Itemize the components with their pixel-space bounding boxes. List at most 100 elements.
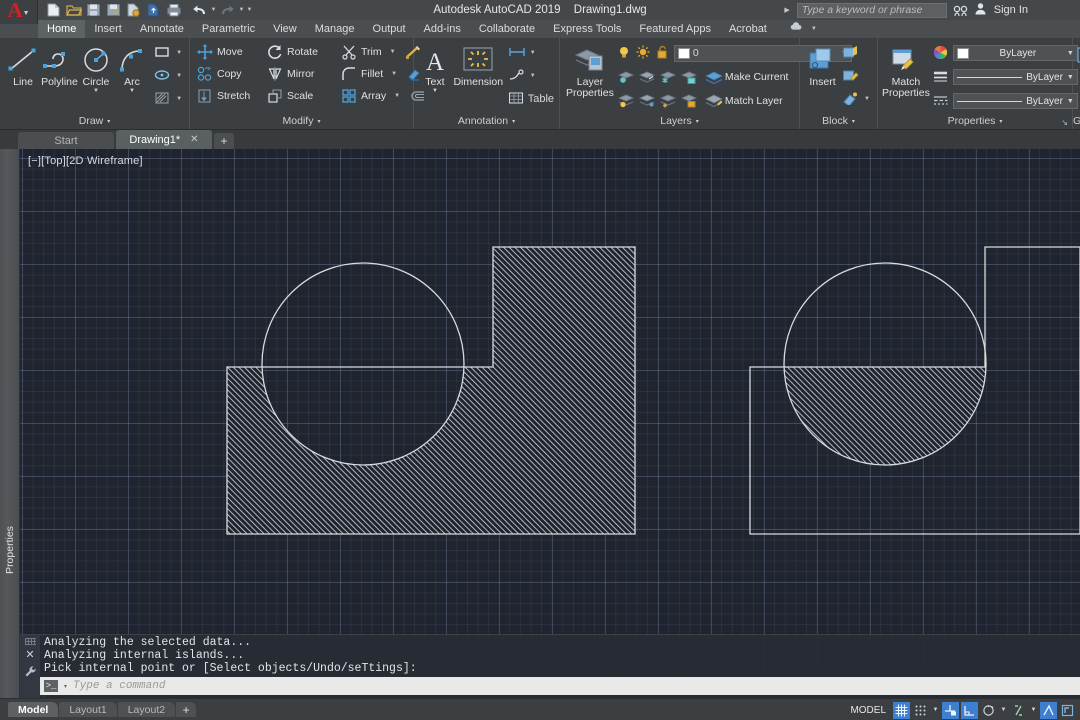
modify-array-button[interactable]: Array [339,85,388,107]
chevron-down-icon[interactable]: ▾ [999,118,1002,125]
maximize-button[interactable] [1051,5,1063,15]
ribbon-tab-parametric[interactable]: Parametric [193,20,264,38]
insert-block-button[interactable]: Insert [805,42,840,88]
close-icon[interactable]: ✕ [190,134,198,145]
chevron-down-icon[interactable]: ▾ [512,118,515,125]
modify-scale-button[interactable]: Scale [265,85,335,107]
sign-in-button[interactable]: Sign In [974,2,1028,18]
open-icon[interactable] [64,1,83,19]
chevron-down-icon[interactable]: ▼ [999,707,1008,713]
linetype-icon[interactable] [933,93,949,109]
block-edit-attributes-button[interactable]: ▼ [842,88,872,110]
layer-unlock-icon[interactable] [680,93,698,109]
edit-block-button[interactable] [842,65,872,87]
draw-ellipse-button[interactable]: ▼ [154,65,184,87]
cloud-upload-icon[interactable] [144,1,163,19]
chevron-down-icon[interactable]: ▾ [696,118,699,125]
draw-rectangle-button[interactable]: ▼ [154,42,184,64]
draw-circle-button[interactable]: Circle ▼ [78,42,114,94]
chevron-down-icon[interactable]: ▼ [528,50,538,56]
ribbon-tab-add-ins[interactable]: Add-ins [415,20,470,38]
chevron-down-icon[interactable]: ▼ [93,88,99,94]
linetype-selector[interactable]: ByLayer ▼ [952,93,1078,109]
sun-icon[interactable] [636,45,652,61]
ribbon-panel-properties-title[interactable]: Properties ▾ ↘ [878,112,1072,129]
layer-lock-icon[interactable] [680,69,698,85]
chevron-down-icon[interactable]: ▾ [317,118,320,125]
redo-icon[interactable] [218,1,237,19]
color-selector[interactable]: ByLayer ▼ [952,45,1078,61]
annotation-table-button[interactable]: Table [508,88,554,110]
ribbon-panel-draw-title[interactable]: Draw ▾ [0,112,189,129]
draw-line-button[interactable]: Line [5,42,41,88]
save-icon[interactable] [84,1,103,19]
modify-copy-button[interactable]: Copy [195,63,261,85]
autodesk-community-icon[interactable] [951,1,970,19]
unlock-icon[interactable] [655,45,671,61]
chevron-down-icon[interactable]: ▼ [528,73,538,79]
ribbon-tab-express-tools[interactable]: Express Tools [544,20,630,38]
ribbon-tab-featured-apps[interactable]: Featured Apps [630,20,720,38]
modify-stretch-button[interactable]: Stretch [195,85,261,107]
new-drawing-tab-button[interactable]: + [214,133,234,149]
undo-history-caret-icon[interactable]: ▼ [210,7,217,13]
search-expand-icon[interactable]: ▶ [784,6,789,14]
object-snap-tracking-icon[interactable] [1010,702,1027,719]
modify-rotate-button[interactable]: Rotate [265,41,335,63]
annotation-text-button[interactable]: A Text ▼ [419,42,451,94]
draw-polyline-button[interactable]: Polyline [41,42,78,88]
chevron-down-icon[interactable]: ▼ [174,73,184,79]
ribbon-tab-output[interactable]: Output [364,20,415,38]
close-icon[interactable]: ✕ [25,650,34,661]
color-wheel-icon[interactable] [933,45,949,61]
file-tab-drawing1[interactable]: Drawing1* ✕ [116,130,212,149]
ribbon-tab-annotate[interactable]: Annotate [131,20,193,38]
ribbon-tab-home[interactable]: Home [38,20,86,38]
draw-hatch-button[interactable]: ▼ [154,88,184,110]
group-icon[interactable] [1076,46,1080,63]
chevron-down-icon[interactable]: ▾ [62,683,69,690]
add-layout-button[interactable]: + [176,702,197,717]
layer-thaw-icon[interactable] [638,93,656,109]
modify-mirror-button[interactable]: Mirror [265,63,335,85]
layout-tab-layout1[interactable]: Layout1 [59,702,117,717]
polar-tracking-icon[interactable] [961,701,978,719]
redo-history-caret-icon[interactable]: ▼ [238,7,245,13]
chevron-down-icon[interactable]: ▼ [174,50,184,56]
save-as-icon[interactable] [104,1,123,19]
layer-properties-button[interactable]: Layer Properties [566,42,614,99]
ribbon-tab-manage[interactable]: Manage [306,20,364,38]
ribbon-tab-view[interactable]: View [264,20,306,38]
export-icon[interactable] [124,1,143,19]
customize-icon[interactable] [24,665,37,681]
ribbon-panel-groups-title[interactable]: Groups [1073,112,1080,129]
ribbon-tab-acrobat[interactable]: Acrobat [720,20,776,38]
drag-handle[interactable] [24,638,36,645]
ribbon-panel-modify-title[interactable]: Modify ▾ [190,112,413,129]
snap-mode-icon[interactable] [912,702,929,719]
object-snap-icon[interactable] [1040,701,1057,719]
ribbon-tab-insert[interactable]: Insert [85,20,131,38]
command-input-row[interactable]: >_ ▾ Type a command [40,677,1080,695]
layer-on-icon[interactable] [617,93,635,109]
chevron-down-icon[interactable]: ▼ [931,707,940,713]
annotation-dimension-button[interactable]: Dimension [451,42,506,88]
chevron-down-icon[interactable]: ▾ [852,118,855,125]
layer-off-icon[interactable] [617,69,635,85]
layer-unisolate-icon[interactable] [659,93,677,109]
ortho-mode-icon[interactable] [942,701,959,719]
grid-display-icon[interactable] [893,701,910,719]
customize-qat-caret-icon[interactable]: ▼ [246,7,253,13]
lineweight-icon[interactable] [933,69,949,85]
chevron-down-icon[interactable]: ▼ [389,71,399,77]
chevron-down-icon[interactable]: ▼ [862,96,872,102]
lineweight-selector[interactable]: ByLayer ▼ [952,69,1078,85]
chevron-down-icon[interactable]: ▼ [392,93,402,99]
chevron-down-icon[interactable]: ▼ [23,10,30,17]
cloud-status-button[interactable]: ▼ [784,20,825,38]
file-tab-start[interactable]: Start [18,132,114,149]
layer-isolate-icon[interactable] [638,69,656,85]
model-space-viewport[interactable]: [−][Top][2D Wireframe] [20,149,1080,698]
properties-dialog-launcher[interactable]: ↘ [1061,118,1068,127]
undo-icon[interactable] [190,1,209,19]
